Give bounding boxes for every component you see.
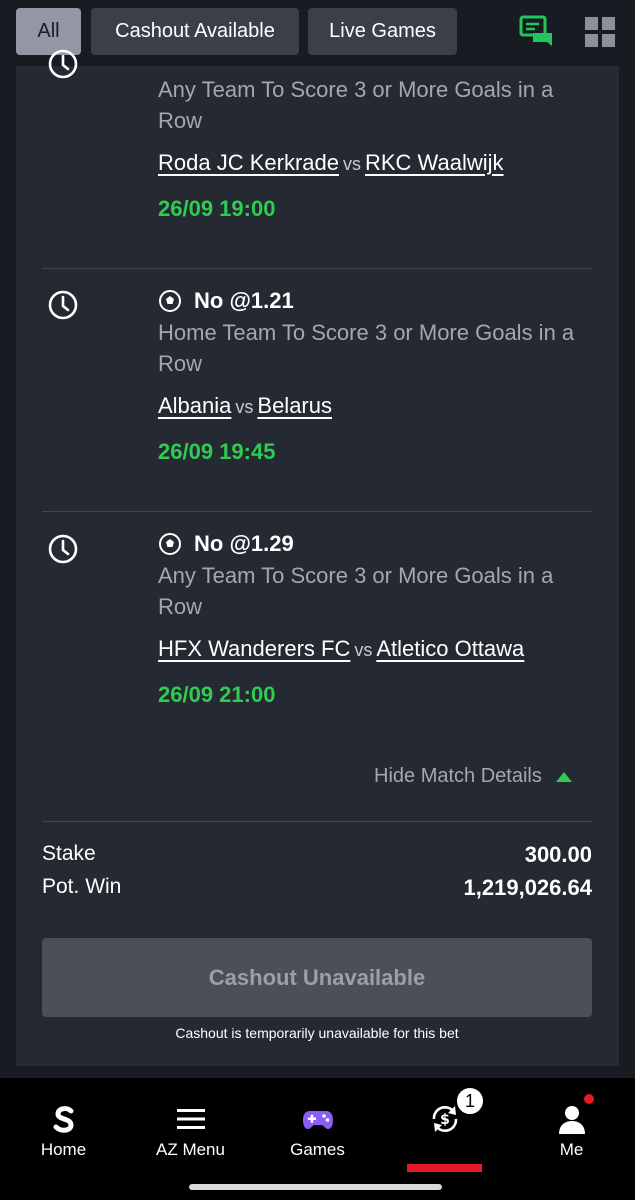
grid-icon[interactable] [584, 16, 616, 48]
kickoff-time: 26/09 19:45 [158, 439, 276, 464]
hide-match-details-toggle[interactable]: Hide Match Details [374, 765, 572, 788]
selection: No @1.21 [158, 288, 294, 314]
selection-odds: No @1.21 [194, 288, 294, 313]
active-tab-indicator [407, 1164, 482, 1172]
nav-az-menu-label: AZ Menu [156, 1140, 225, 1159]
home-indicator [189, 1184, 442, 1190]
nav-home-label: Home [40, 1140, 87, 1159]
gamepad-icon [302, 1111, 333, 1129]
market-name: Home Team To Score 3 or More Goals in a … [158, 320, 575, 376]
nav-home[interactable]: Home [0, 1078, 127, 1178]
divider [42, 511, 592, 512]
selection-odds: No @1.29 [194, 531, 294, 556]
nav-open-bets[interactable]: $ [381, 1078, 508, 1178]
market-name: Any Team To Score 3 or More Goals in a R… [158, 563, 554, 619]
nav-me-label: Me [559, 1140, 584, 1159]
market-name: Any Team To Score 3 or More Goals in a R… [158, 77, 554, 133]
user-icon [558, 1106, 585, 1134]
nav-games[interactable]: Games [254, 1078, 381, 1178]
chat-icon[interactable] [519, 14, 555, 50]
match-teams[interactable]: Roda JC Kerkrade vs RKC Waalwijk [158, 150, 504, 176]
nav-me[interactable]: Me [508, 1078, 635, 1178]
notification-dot [584, 1094, 594, 1104]
soccer-ball-icon [159, 533, 181, 555]
pot-win-value: 1,219,026.64 [463, 875, 592, 900]
bet-card: Any Team To Score 3 or More Goals in a R… [16, 49, 619, 1066]
divider [42, 821, 592, 822]
match-teams[interactable]: HFX Wanderers FC vs Atletico Ottawa [158, 636, 524, 662]
away-team[interactable]: Atletico Ottawa [376, 636, 524, 661]
home-team[interactable]: Roda JC Kerkrade [158, 150, 339, 175]
divider [42, 268, 592, 269]
hamburger-menu-icon [176, 1109, 205, 1129]
vs-label: vs [235, 397, 254, 417]
away-team[interactable]: Belarus [257, 393, 332, 418]
filter-bar: All Cashout Available Live Games [0, 0, 635, 66]
kickoff-time: 26/09 21:00 [158, 682, 276, 707]
open-bets-badge: 1 [455, 1086, 485, 1116]
vs-label: vs [342, 154, 361, 174]
tab-cashout-available[interactable]: Cashout Available [91, 8, 299, 55]
selection: No @1.29 [158, 531, 294, 557]
pot-win-label: Pot. Win [42, 875, 122, 898]
cashout-note: Cashout is temporarily unavailable for t… [175, 1025, 459, 1041]
soccer-ball-icon [159, 290, 181, 312]
home-team[interactable]: HFX Wanderers FC [158, 636, 350, 661]
clock-icon [48, 49, 78, 79]
cashout-button[interactable]: Cashout Unavailable [42, 938, 592, 1017]
tab-live-games[interactable]: Live Games [308, 8, 457, 55]
bottom-nav: Home AZ Menu Games $ Me 1 [0, 1078, 635, 1200]
away-team[interactable]: RKC Waalwijk [365, 150, 504, 175]
stake-value: 300.00 [524, 842, 592, 867]
hide-match-details-label: Hide Match Details [374, 765, 542, 787]
clock-icon [48, 534, 78, 564]
match-teams[interactable]: Albania vs Belarus [158, 393, 332, 419]
vs-label: vs [354, 640, 373, 660]
kickoff-time: 26/09 19:00 [158, 196, 276, 221]
svg-text:$: $ [440, 1112, 450, 1128]
clock-icon [48, 290, 78, 320]
sporty-logo-icon [53, 1106, 74, 1133]
stake-label: Stake [42, 842, 96, 865]
nav-az-menu[interactable]: AZ Menu [127, 1078, 254, 1178]
nav-games-label: Games [290, 1140, 345, 1159]
home-team[interactable]: Albania [158, 393, 231, 418]
chevron-up-icon [555, 771, 572, 782]
